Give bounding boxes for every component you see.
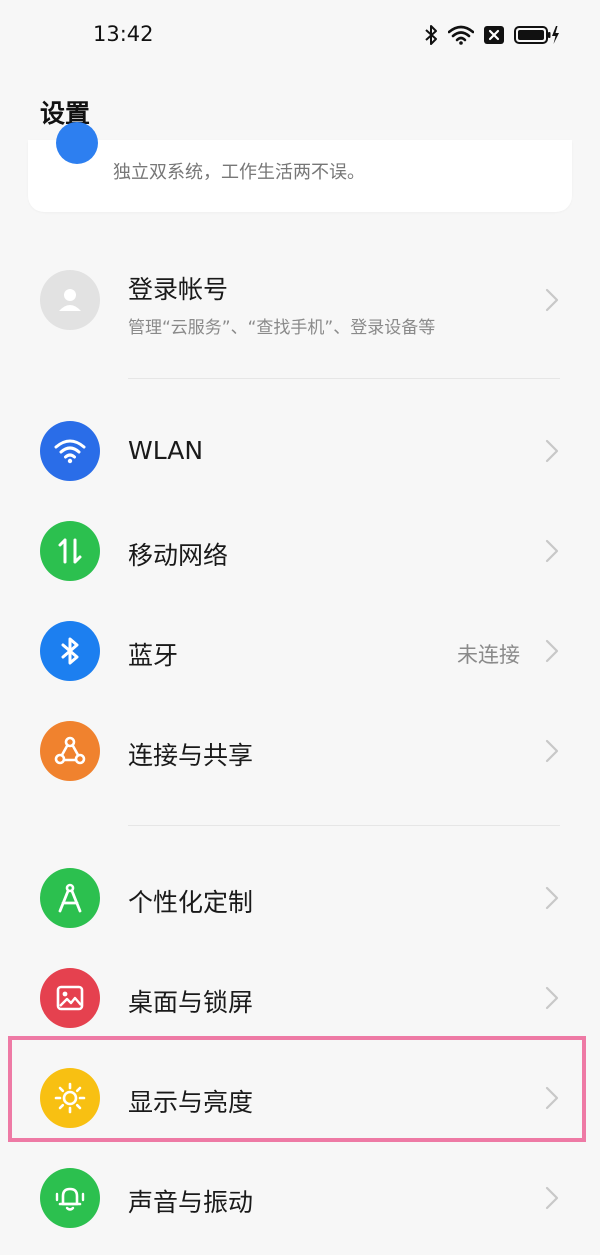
chevron-right-icon bbox=[545, 288, 559, 312]
wifi-icon bbox=[40, 421, 100, 481]
status-time: 13:42 bbox=[93, 22, 154, 46]
dual-system-description: 独立双系统，工作生活两不误。 bbox=[113, 162, 365, 183]
chevron-right-icon bbox=[545, 639, 559, 663]
image-icon bbox=[40, 968, 100, 1028]
chevron-right-icon bbox=[545, 986, 559, 1010]
status-icons bbox=[424, 22, 560, 48]
settings-item-label: 桌面与锁屏 bbox=[128, 988, 254, 1017]
bluetooth-status: 未连接 bbox=[457, 643, 520, 667]
divider bbox=[128, 825, 560, 826]
settings-item-wlan[interactable]: WLAN bbox=[0, 406, 600, 496]
avatar-icon bbox=[40, 270, 100, 330]
highlight-box bbox=[8, 1036, 586, 1142]
bluetooth-icon bbox=[40, 621, 100, 681]
arrows-updown-icon bbox=[40, 521, 100, 581]
settings-item-label: 移动网络 bbox=[128, 541, 229, 570]
settings-item-label: 连接与共享 bbox=[128, 741, 254, 770]
settings-item-personalization[interactable]: 个性化定制 bbox=[0, 853, 600, 943]
account-subtitle: 管理“云服务”、“查找手机”、登录设备等 bbox=[128, 318, 436, 338]
share-nodes-icon bbox=[40, 721, 100, 781]
account-row[interactable]: 登录帐号 管理“云服务”、“查找手机”、登录设备等 bbox=[0, 255, 600, 355]
close-box-icon bbox=[484, 26, 504, 44]
settings-item-label: 蓝牙 bbox=[128, 641, 179, 670]
bluetooth-icon bbox=[425, 25, 437, 45]
dual-system-icon bbox=[56, 122, 98, 164]
bell-icon bbox=[40, 1168, 100, 1228]
chevron-right-icon bbox=[545, 539, 559, 563]
battery-charging-icon bbox=[514, 26, 559, 44]
settings-item-mobile-network[interactable]: 移动网络 bbox=[0, 506, 600, 596]
chevron-right-icon bbox=[545, 886, 559, 910]
chevron-right-icon bbox=[545, 739, 559, 763]
chevron-right-icon bbox=[545, 439, 559, 463]
compass-icon bbox=[40, 868, 100, 928]
status-bar: 13:42 bbox=[0, 0, 600, 70]
settings-item-label: WLAN bbox=[128, 436, 204, 465]
settings-item-label: 声音与振动 bbox=[128, 1188, 254, 1217]
chevron-right-icon bbox=[545, 1186, 559, 1210]
settings-item-bluetooth[interactable]: 蓝牙 未连接 bbox=[0, 606, 600, 696]
settings-item-sound-vibration[interactable]: 声音与振动 bbox=[0, 1153, 600, 1243]
account-title: 登录帐号 bbox=[128, 275, 229, 304]
wifi-icon bbox=[448, 25, 474, 45]
settings-item-connection-sharing[interactable]: 连接与共享 bbox=[0, 706, 600, 796]
settings-item-label: 个性化定制 bbox=[128, 888, 254, 917]
dual-system-card[interactable]: 独立双系统，工作生活两不误。 bbox=[28, 122, 572, 212]
settings-item-desktop-lockscreen[interactable]: 桌面与锁屏 bbox=[0, 953, 600, 1043]
divider bbox=[128, 378, 560, 379]
